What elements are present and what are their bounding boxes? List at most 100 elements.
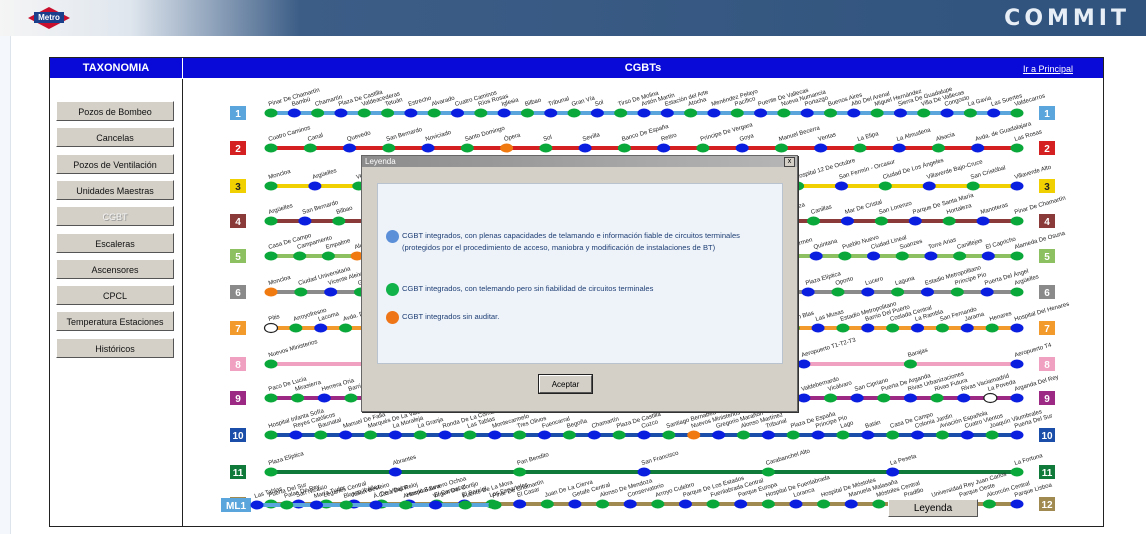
- station-marker[interactable]: [850, 393, 864, 403]
- station-marker[interactable]: [886, 323, 900, 333]
- station-marker[interactable]: [344, 393, 358, 403]
- station-marker[interactable]: [840, 216, 854, 226]
- station-marker[interactable]: [339, 323, 353, 333]
- station-marker[interactable]: [754, 108, 768, 118]
- station-marker[interactable]: [800, 108, 814, 118]
- station-marker[interactable]: [1010, 393, 1024, 403]
- station-marker[interactable]: [291, 393, 305, 403]
- station-marker[interactable]: [911, 323, 925, 333]
- station-marker[interactable]: [886, 430, 900, 440]
- station-marker[interactable]: [1010, 216, 1024, 226]
- station-marker[interactable]: [421, 143, 435, 153]
- station-marker[interactable]: [590, 108, 604, 118]
- station-marker[interactable]: [339, 430, 353, 440]
- station-marker[interactable]: [250, 500, 264, 510]
- sidebar-item-pozos-de-bombeo[interactable]: Pozos de Bombeo: [56, 101, 174, 121]
- station-marker[interactable]: [660, 108, 674, 118]
- station-marker[interactable]: [562, 430, 576, 440]
- sidebar-item-historicos[interactable]: Históricos: [56, 337, 174, 358]
- station-marker[interactable]: [369, 500, 383, 510]
- station-marker[interactable]: [596, 499, 610, 509]
- station-marker[interactable]: [311, 108, 325, 118]
- station-marker[interactable]: [308, 181, 322, 191]
- principal-link[interactable]: Ir a Principal: [1023, 64, 1073, 74]
- station-marker[interactable]: [513, 499, 527, 509]
- station-marker[interactable]: [831, 287, 845, 297]
- station-marker[interactable]: [847, 108, 861, 118]
- station-marker[interactable]: [917, 108, 931, 118]
- station-marker[interactable]: [513, 467, 527, 477]
- station-marker[interactable]: [651, 499, 665, 509]
- station-marker[interactable]: [911, 430, 925, 440]
- station-marker[interactable]: [587, 430, 601, 440]
- station-marker[interactable]: [963, 108, 977, 118]
- station-marker[interactable]: [567, 108, 581, 118]
- station-marker[interactable]: [289, 323, 303, 333]
- station-marker[interactable]: [1010, 251, 1024, 261]
- station-marker[interactable]: [824, 108, 837, 118]
- station-marker[interactable]: [976, 216, 990, 226]
- station-marker[interactable]: [623, 499, 637, 509]
- station-marker[interactable]: [861, 430, 875, 440]
- station-marker[interactable]: [334, 108, 348, 118]
- station-marker[interactable]: [264, 143, 278, 153]
- station-marker[interactable]: [797, 393, 811, 403]
- station-marker[interactable]: [861, 323, 875, 333]
- station-marker[interactable]: [339, 500, 353, 510]
- station-marker[interactable]: [761, 467, 775, 477]
- station-marker[interactable]: [736, 430, 750, 440]
- station-marker[interactable]: [538, 430, 552, 440]
- station-marker[interactable]: [872, 499, 886, 509]
- station-marker[interactable]: [836, 430, 850, 440]
- station-marker[interactable]: [1010, 467, 1024, 477]
- station-marker[interactable]: [891, 287, 905, 297]
- station-marker[interactable]: [957, 393, 971, 403]
- leyenda-button[interactable]: Leyenda: [888, 499, 978, 517]
- sidebar-item-pozos-de-ventilacion[interactable]: Pozos de Ventilación: [56, 153, 174, 174]
- station-marker[interactable]: [942, 216, 956, 226]
- sidebar-item-temperatura-estaciones[interactable]: Temperatura Estaciones: [56, 311, 174, 332]
- station-marker[interactable]: [1010, 359, 1024, 369]
- station-marker[interactable]: [811, 323, 825, 333]
- station-marker[interactable]: [931, 143, 945, 153]
- station-marker[interactable]: [657, 143, 671, 153]
- station-marker[interactable]: [980, 287, 994, 297]
- station-marker[interactable]: [264, 216, 278, 226]
- station-marker[interactable]: [488, 500, 502, 510]
- station-marker[interactable]: [382, 143, 396, 153]
- station-marker[interactable]: [1010, 143, 1024, 153]
- station-marker[interactable]: [438, 430, 452, 440]
- station-marker[interactable]: [861, 287, 875, 297]
- station-marker[interactable]: [981, 251, 995, 261]
- station-marker[interactable]: [314, 430, 328, 440]
- station-marker[interactable]: [836, 323, 850, 333]
- station-marker[interactable]: [893, 108, 907, 118]
- station-marker[interactable]: [985, 430, 999, 440]
- station-marker[interactable]: [544, 108, 558, 118]
- station-marker[interactable]: [966, 181, 980, 191]
- station-marker[interactable]: [293, 251, 307, 261]
- station-marker[interactable]: [568, 499, 582, 509]
- station-marker[interactable]: [960, 430, 974, 440]
- station-marker[interactable]: [280, 500, 294, 510]
- station-marker[interactable]: [404, 108, 418, 118]
- station-marker[interactable]: [388, 430, 402, 440]
- station-marker[interactable]: [809, 251, 823, 261]
- station-marker[interactable]: [1010, 108, 1024, 118]
- station-marker[interactable]: [264, 181, 278, 191]
- station-marker[interactable]: [807, 216, 821, 226]
- station-marker[interactable]: [935, 323, 949, 333]
- station-marker[interactable]: [520, 108, 534, 118]
- station-marker[interactable]: [886, 467, 900, 477]
- station-marker[interactable]: [662, 430, 676, 440]
- station-marker[interactable]: [908, 216, 922, 226]
- station-marker[interactable]: [903, 359, 917, 369]
- station-marker[interactable]: [332, 216, 346, 226]
- station-marker[interactable]: [264, 287, 278, 297]
- station-marker[interactable]: [540, 499, 554, 509]
- sidebar-item-ascensores[interactable]: Ascensores: [56, 258, 174, 279]
- station-marker[interactable]: [287, 108, 301, 118]
- station-marker[interactable]: [940, 108, 954, 118]
- station-marker[interactable]: [264, 359, 278, 369]
- station-marker[interactable]: [877, 393, 891, 403]
